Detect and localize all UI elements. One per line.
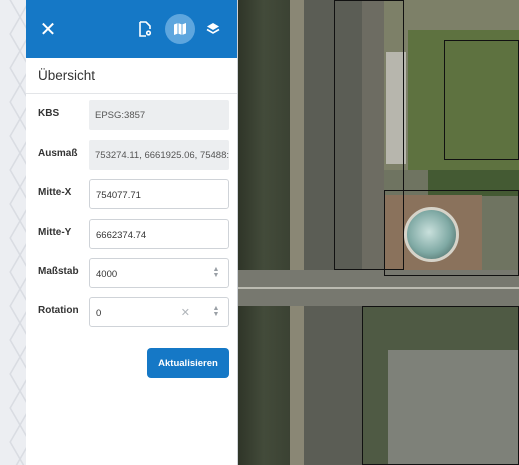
center-x-row: Mitte-X 754077.71 — [26, 179, 238, 209]
scale-label: Maßstab — [38, 266, 79, 277]
center-y-label: Mitte-Y — [38, 227, 72, 238]
document-settings-icon — [139, 21, 152, 37]
center-y-input[interactable]: 6662374.74 — [89, 219, 229, 249]
map-parcel-outline — [362, 306, 519, 465]
map-parcel-outline — [384, 190, 519, 276]
panel-toolbar: ✕ — [26, 0, 237, 58]
select-arrows-icon: ▲ ▼ — [212, 266, 220, 279]
document-settings-button[interactable] — [131, 15, 159, 43]
center-y-row: Mitte-Y 6662374.74 — [26, 219, 238, 249]
layers-icon — [206, 23, 220, 34]
map-bridge-marking — [238, 287, 519, 289]
scale-row: Maßstab 4000 ▲ ▼ — [26, 258, 238, 288]
map-view-button[interactable] — [165, 14, 195, 44]
kbs-label: KBS — [38, 108, 60, 119]
app-window: ✕ Übersicht KBS EPSG:3857 Ausmaß 753274.… — [26, 0, 519, 465]
kbs-value: EPSG:3857 — [89, 100, 229, 130]
rotation-label: Rotation — [38, 305, 79, 316]
map-river — [238, 0, 290, 465]
update-button[interactable]: Aktualisieren — [147, 348, 229, 378]
map-parcel-outline — [444, 40, 519, 160]
rotation-row: Rotation 0 ✕ ▲ ▼ — [26, 297, 238, 327]
clear-icon[interactable]: ✕ — [181, 306, 190, 319]
center-x-input[interactable]: 754077.71 — [89, 179, 229, 209]
rotation-value: 0 — [96, 308, 102, 319]
layers-button[interactable] — [199, 15, 227, 43]
map-icon — [174, 23, 186, 35]
rotation-select[interactable]: 0 ✕ ▲ ▼ — [89, 297, 229, 327]
side-panel: ✕ Übersicht KBS EPSG:3857 Ausmaß 753274.… — [26, 0, 238, 465]
extent-row: Ausmaß 753274.11, 6661925.06, 75488: — [26, 140, 238, 170]
close-icon: ✕ — [39, 18, 57, 41]
close-button[interactable]: ✕ — [34, 15, 62, 43]
kbs-row: KBS EPSG:3857 — [26, 100, 238, 130]
map-riverbank — [290, 0, 304, 465]
map-view[interactable] — [238, 0, 519, 465]
extent-value: 753274.11, 6661925.06, 75488: — [89, 140, 229, 170]
section-title: Übersicht — [26, 58, 237, 94]
select-arrows-icon: ▲ ▼ — [212, 305, 220, 318]
center-x-label: Mitte-X — [38, 187, 72, 198]
scale-value: 4000 — [96, 269, 118, 280]
extent-label: Ausmaß — [38, 148, 78, 159]
scale-select[interactable]: 4000 ▲ ▼ — [89, 258, 229, 288]
